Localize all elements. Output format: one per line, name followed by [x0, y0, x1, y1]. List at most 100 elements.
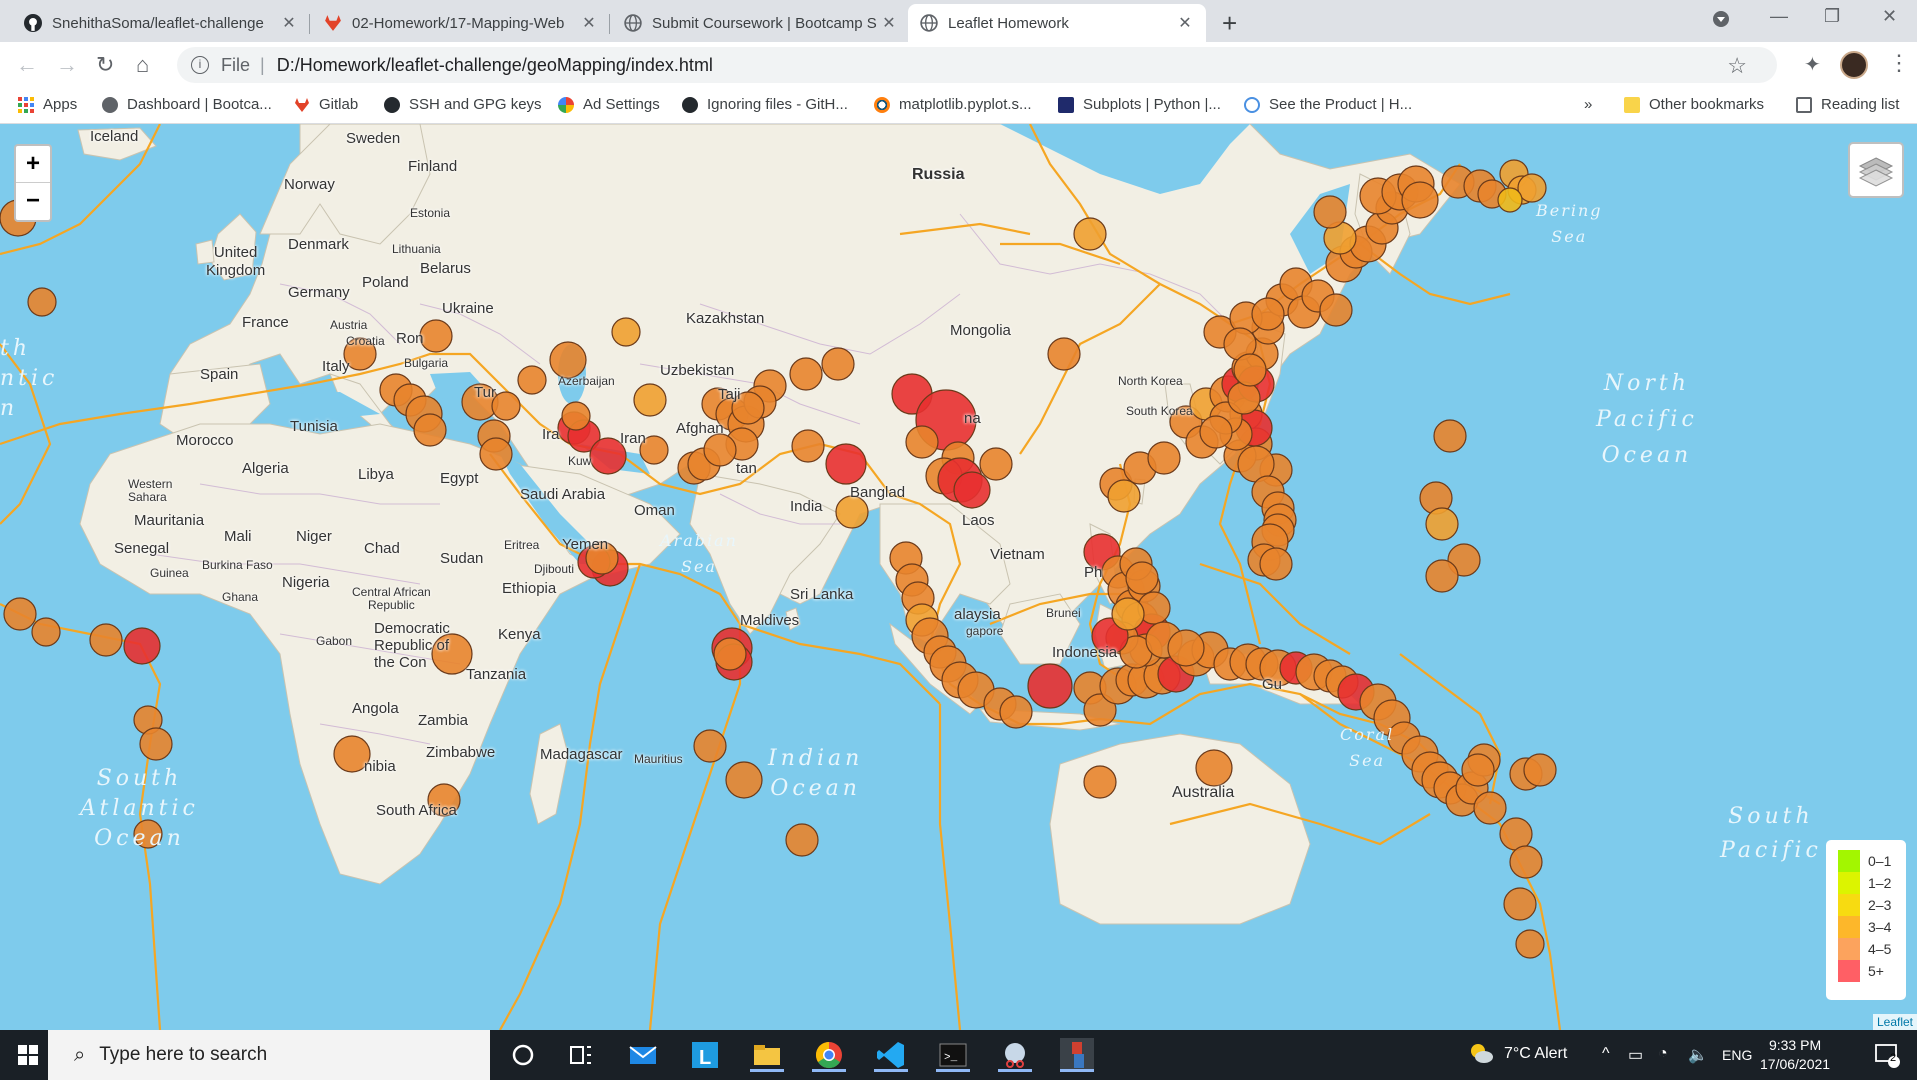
- earthquake-marker[interactable]: [725, 761, 763, 799]
- bookmark-gitlab[interactable]: Gitlab: [294, 96, 358, 113]
- l-app-icon[interactable]: L: [688, 1038, 722, 1072]
- task-view-icon[interactable]: [564, 1038, 598, 1072]
- earthquake-marker[interactable]: [1167, 629, 1205, 667]
- earthquake-marker[interactable]: [549, 341, 587, 379]
- info-icon[interactable]: i: [191, 56, 209, 74]
- earthquake-marker[interactable]: [1083, 765, 1117, 799]
- tab-gitlab-homework[interactable]: 02-Homework/17-Mapping-Web ✕: [312, 4, 610, 42]
- earthquake-marker[interactable]: [1473, 791, 1507, 825]
- address-bar[interactable]: i File | D:/Homework/leaflet-challenge/g…: [177, 47, 1777, 83]
- tab-search-icon[interactable]: [1712, 10, 1730, 33]
- earthquake-marker[interactable]: [1425, 559, 1459, 593]
- bookmarks-more-button[interactable]: »: [1584, 96, 1592, 113]
- earthquake-marker[interactable]: [825, 443, 867, 485]
- terminal-icon[interactable]: >_: [936, 1038, 970, 1072]
- weather-icon[interactable]: [1468, 1042, 1494, 1069]
- earthquake-marker[interactable]: [1195, 749, 1233, 787]
- back-icon[interactable]: ←: [16, 52, 38, 78]
- zoom-out-button[interactable]: −: [16, 183, 50, 220]
- bookmark-ssh-gpg[interactable]: SSH and GPG keys: [384, 96, 542, 113]
- reading-list-button[interactable]: Reading list: [1796, 96, 1899, 113]
- earthquake-marker[interactable]: [1199, 415, 1233, 449]
- close-icon[interactable]: ✕: [1176, 13, 1194, 33]
- earthquake-marker[interactable]: [517, 365, 547, 395]
- bookmark-see-product[interactable]: See the Product | H...: [1244, 96, 1412, 113]
- profile-avatar[interactable]: [1840, 51, 1868, 79]
- earthquake-marker[interactable]: [999, 695, 1033, 729]
- tab-leaflet-homework[interactable]: Leaflet Homework ✕: [908, 4, 1206, 42]
- window-close-icon[interactable]: ✕: [1882, 6, 1897, 27]
- earthquake-marker[interactable]: [821, 347, 855, 381]
- snipping-tool-icon[interactable]: [998, 1038, 1032, 1072]
- weather-text[interactable]: 7°C Alert: [1504, 1045, 1567, 1063]
- earthquake-marker[interactable]: [123, 627, 161, 665]
- earthquake-marker[interactable]: [791, 429, 825, 463]
- earthquake-marker[interactable]: [1147, 441, 1181, 475]
- earthquake-marker[interactable]: [1509, 845, 1543, 879]
- earthquake-marker[interactable]: [1319, 293, 1353, 327]
- earthquake-marker[interactable]: [3, 597, 37, 631]
- cortana-icon[interactable]: [506, 1038, 540, 1072]
- earthquake-marker[interactable]: [789, 357, 823, 391]
- wifi-icon[interactable]: ◔: [1658, 1045, 1668, 1063]
- earthquake-marker[interactable]: [1047, 337, 1081, 371]
- volume-icon[interactable]: 🔈: [1688, 1045, 1708, 1065]
- earthquake-marker[interactable]: [1499, 817, 1533, 851]
- earthquake-marker[interactable]: [1251, 297, 1285, 331]
- windows-start-icon[interactable]: [18, 1045, 38, 1065]
- leaflet-attribution-link[interactable]: Leaflet: [1872, 1014, 1917, 1030]
- earthquake-marker[interactable]: [905, 425, 939, 459]
- earthquake-marker[interactable]: [1523, 753, 1557, 787]
- earthquake-marker[interactable]: [1515, 929, 1545, 959]
- earthquake-marker[interactable]: [1461, 753, 1495, 787]
- earthquake-marker[interactable]: [611, 317, 641, 347]
- forward-icon[interactable]: →: [56, 52, 78, 78]
- zoom-in-button[interactable]: +: [16, 146, 50, 183]
- earthquake-marker[interactable]: [713, 637, 747, 671]
- earthquake-marker[interactable]: [413, 413, 447, 447]
- earthquake-marker[interactable]: [979, 447, 1013, 481]
- earthquake-marker[interactable]: [1027, 663, 1073, 709]
- earthquake-marker[interactable]: [785, 823, 819, 857]
- bookmark-dashboard[interactable]: Dashboard | Bootca...: [102, 96, 272, 113]
- language-indicator[interactable]: ENG: [1722, 1047, 1752, 1063]
- chrome-icon[interactable]: [812, 1038, 846, 1072]
- tray-chevron-icon[interactable]: ^: [1602, 1045, 1610, 1063]
- earthquake-marker[interactable]: [1107, 479, 1141, 513]
- earthquake-marker[interactable]: [561, 401, 591, 431]
- close-icon[interactable]: ✕: [280, 13, 298, 33]
- earthquake-marker[interactable]: [419, 319, 453, 353]
- bookmark-subplots[interactable]: Subplots | Python |...: [1058, 96, 1221, 113]
- other-bookmarks-folder[interactable]: Other bookmarks: [1624, 96, 1764, 113]
- close-icon[interactable]: ✕: [880, 13, 898, 33]
- layers-control-button[interactable]: [1848, 142, 1904, 198]
- leaflet-map[interactable]: Iceland Sweden Finland Norway Russia Est…: [0, 124, 1917, 1030]
- close-icon[interactable]: ✕: [580, 13, 598, 33]
- earthquake-marker[interactable]: [1401, 181, 1439, 219]
- earthquake-marker[interactable]: [139, 727, 173, 761]
- earthquake-marker[interactable]: [953, 471, 991, 509]
- earthquake-marker[interactable]: [1425, 507, 1459, 541]
- minimize-icon[interactable]: —: [1770, 6, 1788, 27]
- tab-submit-coursework[interactable]: Submit Coursework | Bootcamp S ✕: [612, 4, 910, 42]
- file-explorer-icon[interactable]: [750, 1038, 784, 1072]
- earthquake-marker[interactable]: [1073, 217, 1107, 251]
- chrome-menu-icon[interactable]: ⋮: [1888, 50, 1910, 76]
- taskbar-search-box[interactable]: ⌕ Type here to search: [48, 1030, 490, 1080]
- bookmark-star-icon[interactable]: ☆: [1727, 53, 1747, 79]
- earthquake-marker[interactable]: [633, 383, 667, 417]
- earthquake-marker[interactable]: [703, 433, 737, 467]
- earthquake-marker[interactable]: [1227, 381, 1261, 415]
- new-tab-button[interactable]: +: [1222, 8, 1237, 39]
- earthquake-marker[interactable]: [1313, 195, 1347, 229]
- earthquake-marker[interactable]: [1111, 597, 1145, 631]
- reload-icon[interactable]: ↻: [96, 52, 114, 78]
- tab-github-leaflet[interactable]: SnehithaSoma/leaflet-challenge ✕: [12, 4, 310, 42]
- earthquake-marker[interactable]: [491, 391, 521, 421]
- earthquake-marker[interactable]: [479, 437, 513, 471]
- battery-icon[interactable]: ▭: [1628, 1045, 1643, 1065]
- earthquake-marker[interactable]: [89, 623, 123, 657]
- vscode-icon[interactable]: [874, 1038, 908, 1072]
- earthquake-marker[interactable]: [1433, 419, 1467, 453]
- bookmark-apps[interactable]: Apps: [18, 96, 77, 113]
